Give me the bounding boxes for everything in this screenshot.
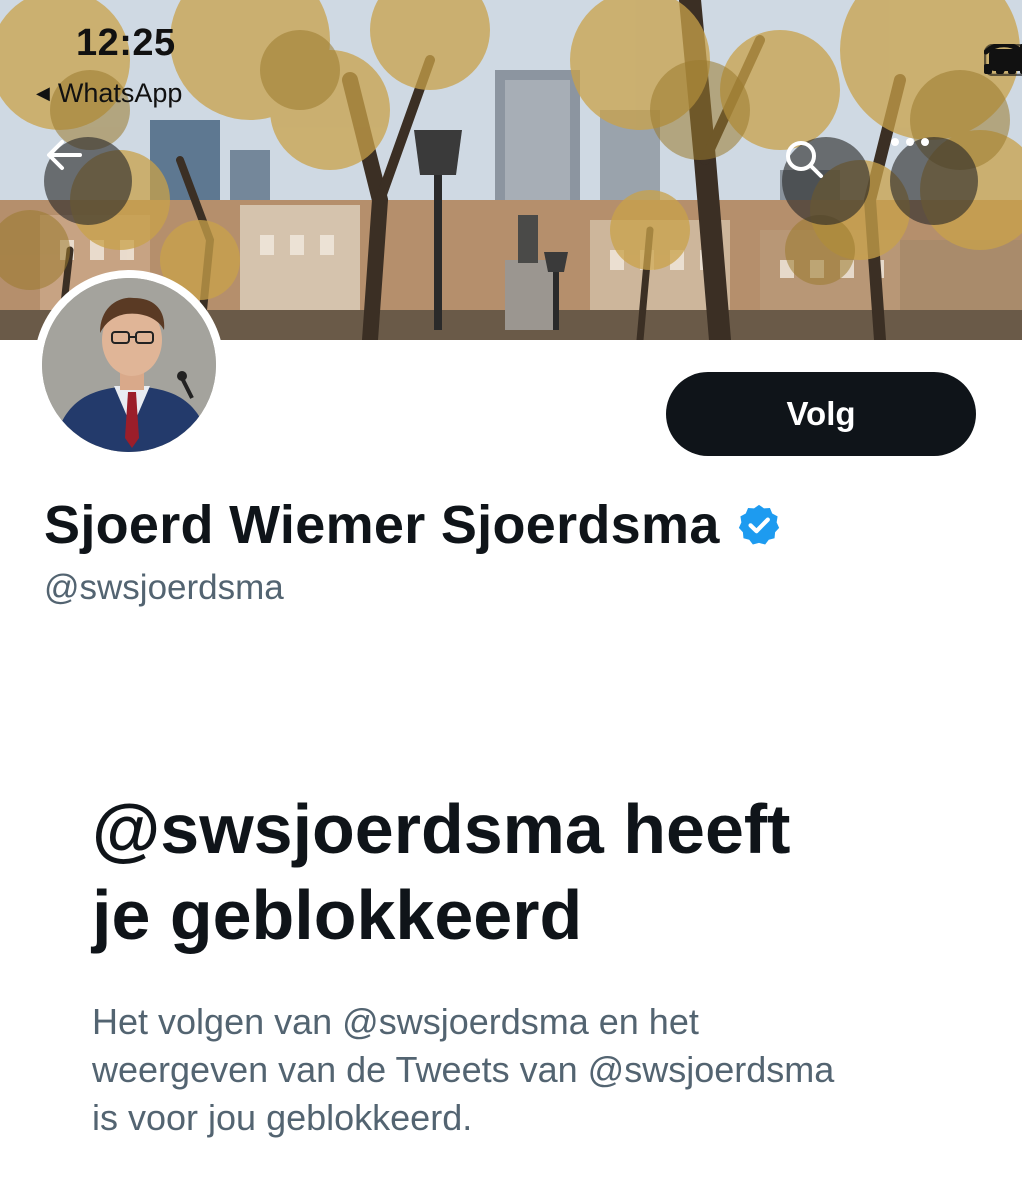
- blocked-title: @swsjoerdsma heeft je geblokkeerd: [92, 786, 952, 958]
- back-to-app-link[interactable]: ◀ WhatsApp: [36, 78, 182, 109]
- more-options-button[interactable]: [890, 137, 978, 225]
- blocked-description-line-2: weergeven van de Tweets van @swsjoerdsma: [92, 1049, 835, 1090]
- blocked-title-line-2: je geblokkeerd: [92, 876, 583, 954]
- search-button[interactable]: [782, 137, 870, 225]
- profile-name-row: Sjoerd Wiemer Sjoerdsma: [44, 494, 782, 556]
- avatar-portrait: [42, 278, 216, 452]
- blocked-description-line-3: is voor jou geblokkeerd.: [92, 1097, 473, 1138]
- search-icon: [786, 141, 823, 178]
- profile-avatar[interactable]: [34, 270, 224, 460]
- display-name: Sjoerd Wiemer Sjoerdsma: [44, 495, 720, 555]
- status-time: 12:25: [76, 22, 176, 64]
- arrow-left-icon: [47, 140, 82, 170]
- verified-badge-icon: [738, 504, 779, 545]
- battery-icon: [984, 44, 1022, 76]
- blocked-description-line-1: Het volgen van @swsjoerdsma en het: [92, 1001, 699, 1042]
- profile-handle: @swsjoerdsma: [44, 568, 284, 607]
- blocked-description: Het volgen van @swsjoerdsma en het weerg…: [92, 998, 952, 1142]
- back-app-label: WhatsApp: [57, 78, 183, 108]
- avatar-photo: [42, 278, 216, 452]
- more-horizontal-icon: [891, 138, 929, 146]
- back-triangle-icon: ◀: [36, 83, 50, 103]
- blocked-title-line-1: @swsjoerdsma heeft: [92, 790, 791, 868]
- back-button[interactable]: [44, 137, 132, 225]
- follow-button[interactable]: Volg: [666, 372, 976, 456]
